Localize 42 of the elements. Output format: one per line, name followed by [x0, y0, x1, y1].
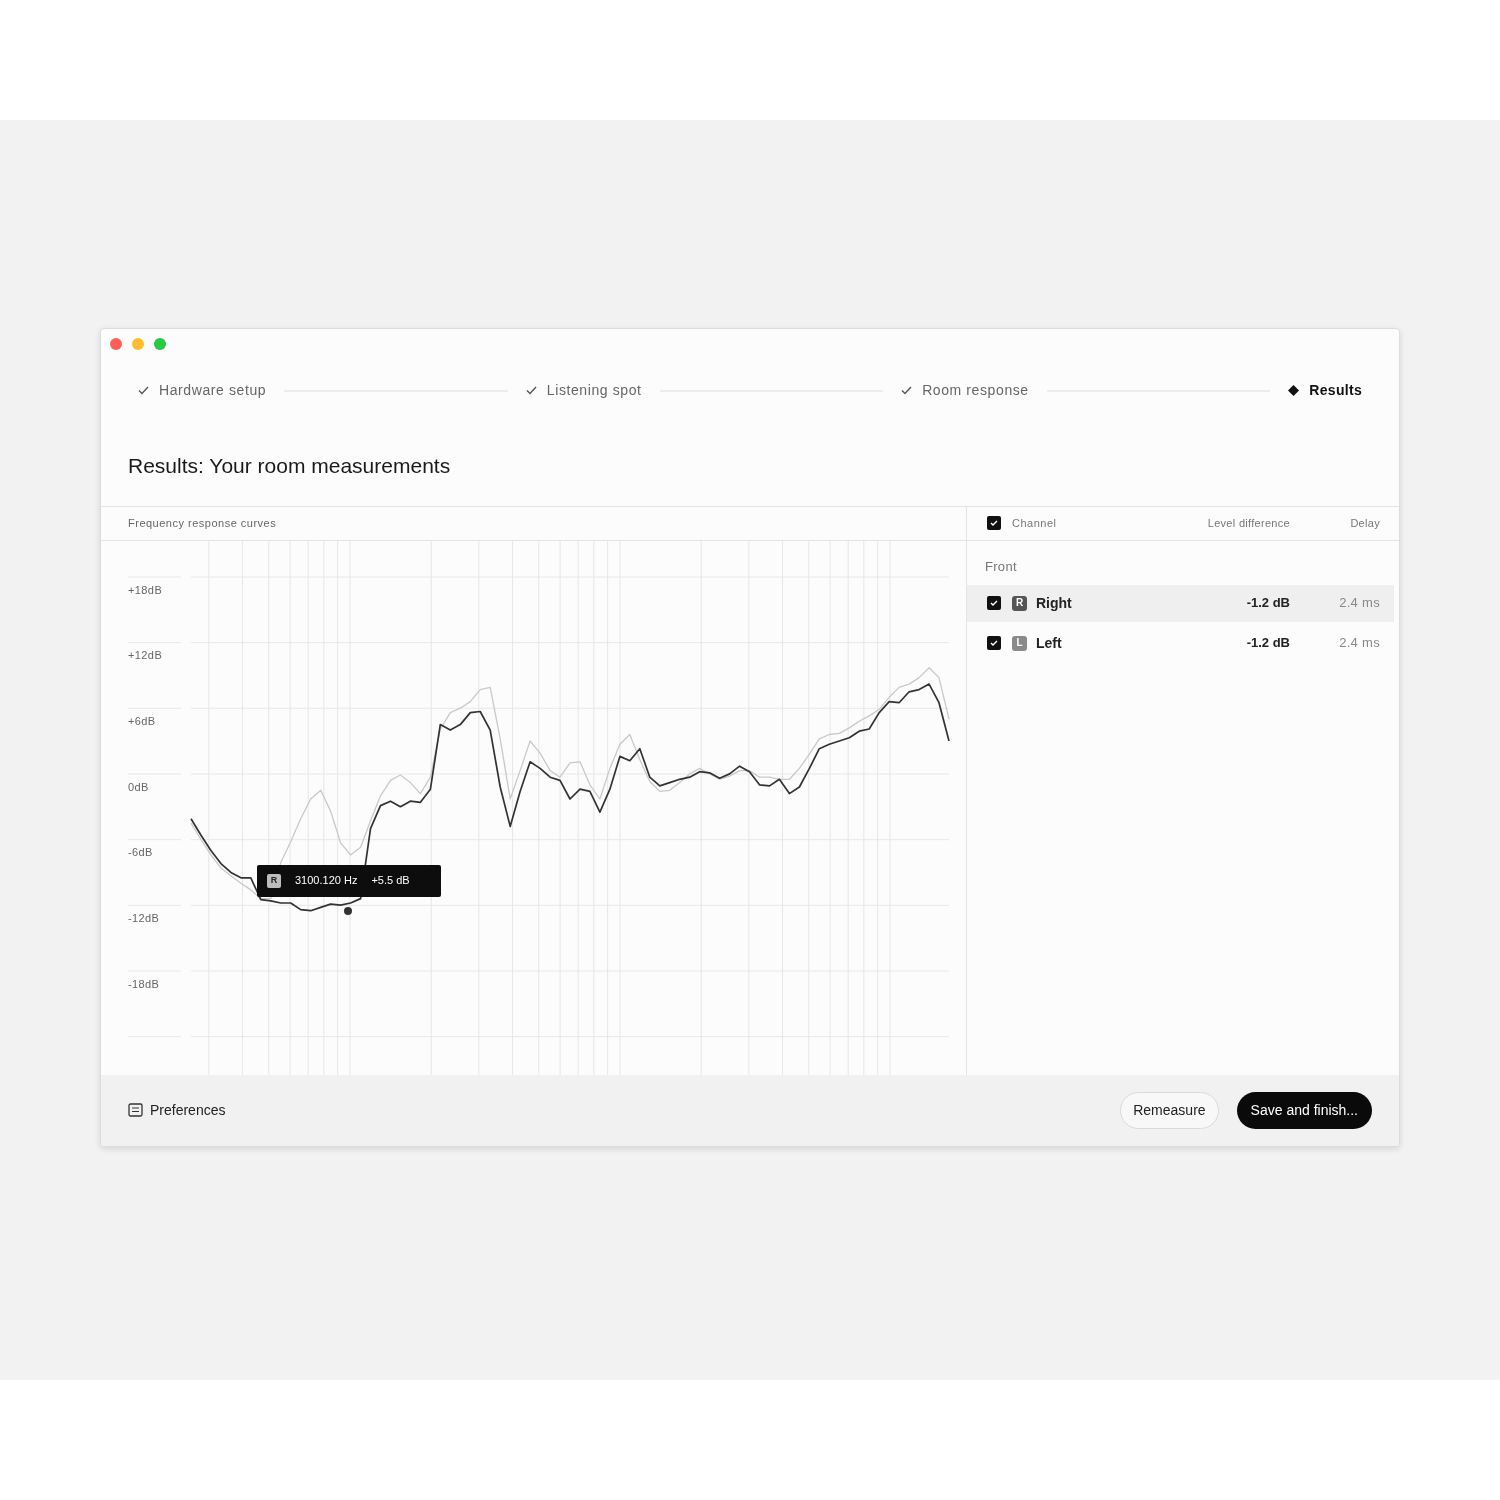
channel-name: Right — [1036, 593, 1072, 613]
step-label: Room response — [922, 381, 1029, 400]
preferences-button[interactable]: Preferences — [128, 1099, 226, 1121]
document-icon — [128, 1103, 143, 1118]
row-checkbox[interactable] — [987, 596, 1001, 611]
channel-row[interactable]: L Left -1.2 dB 2.4 ms — [967, 624, 1394, 662]
level-difference: -1.2 dB — [1246, 594, 1290, 613]
remeasure-button[interactable]: Remeasure — [1120, 1091, 1219, 1129]
y-axis-label: -12dB — [128, 910, 160, 925]
tooltip-frequency: 3100.120 Hz — [295, 873, 358, 889]
check-icon — [990, 640, 998, 647]
page-title: Results: Your room measurements — [128, 453, 451, 479]
y-axis-label: +18dB — [128, 582, 163, 597]
check-icon — [990, 600, 998, 607]
channel-badge: R — [267, 873, 281, 888]
chart-title: Frequency response curves — [128, 515, 277, 531]
delay-value: 2.4 ms — [1339, 634, 1380, 653]
curve-marker-icon — [344, 906, 352, 915]
column-header: Channel — [1012, 515, 1057, 531]
level-difference: -1.2 dB — [1246, 634, 1290, 653]
step-label: Hardware setup — [159, 381, 267, 400]
group-label: Front — [985, 558, 1017, 575]
channel-row[interactable]: R Right -1.2 dB 2.4 ms — [967, 584, 1394, 622]
column-header: Delay — [1350, 515, 1380, 531]
channel-badge: L — [1012, 635, 1027, 651]
y-axis-label: 0dB — [128, 779, 149, 794]
channel-badge: R — [1012, 595, 1027, 611]
y-axis-label: +12dB — [128, 648, 163, 663]
column-header: Level difference — [1207, 515, 1290, 531]
delay-value: 2.4 ms — [1339, 594, 1380, 613]
channel-name: Left — [1036, 633, 1062, 653]
row-checkbox[interactable] — [987, 636, 1001, 651]
y-axis-label: -18dB — [128, 976, 160, 991]
tooltip-value: +5.5 dB — [371, 873, 410, 889]
check-icon — [990, 520, 998, 527]
step-label: Results — [1309, 381, 1362, 400]
close-button[interactable] — [110, 338, 122, 350]
select-all-checkbox[interactable] — [987, 516, 1001, 531]
step-label: Listening spot — [546, 381, 642, 400]
save-button[interactable]: Save and finish... — [1236, 1091, 1372, 1129]
y-axis-label: +6dB — [128, 713, 156, 728]
y-axis-label: -6dB — [128, 845, 153, 860]
